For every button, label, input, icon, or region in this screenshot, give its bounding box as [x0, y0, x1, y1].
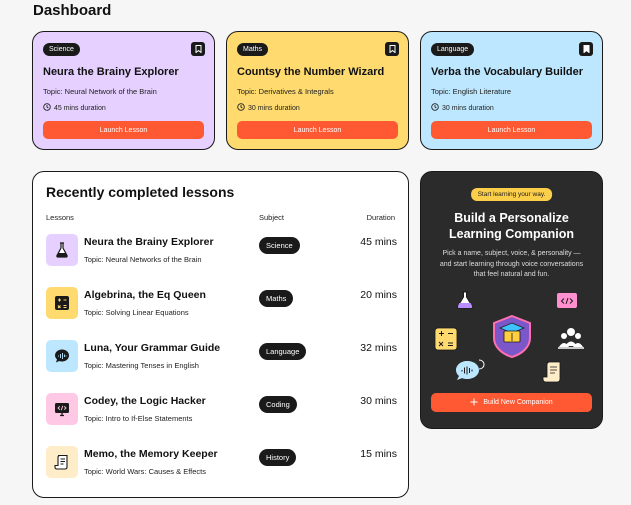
lesson-duration: 30 mins: [360, 395, 397, 407]
lesson-row[interactable]: Memo, the Memory Keeper Topic: World War…: [46, 446, 397, 486]
lesson-row[interactable]: Algebrina, the Eq Queen Topic: Solving L…: [46, 287, 397, 327]
companion-topic: Topic: English Literature: [431, 87, 512, 96]
lesson-row[interactable]: Neura the Brainy Explorer Topic: Neural …: [46, 234, 397, 274]
lesson-duration: 45 mins: [360, 236, 397, 248]
speech-bubble-icon: [46, 340, 78, 372]
plus-icon: [470, 398, 478, 408]
lesson-topic: Topic: Neural Networks of the Brain: [84, 255, 202, 264]
companion-duration: 45 mins duration: [43, 103, 106, 113]
lesson-row[interactable]: Codey, the Logic Hacker Topic: Intro to …: [46, 393, 397, 433]
subject-badge: Language: [259, 343, 307, 360]
launch-lesson-button[interactable]: Launch Lesson: [237, 121, 398, 139]
bookmark-icon[interactable]: [385, 42, 399, 56]
recent-lessons-title: Recently completed lessons: [46, 184, 235, 200]
graduation-cap-shield-icon: [493, 314, 531, 359]
lesson-name: Algebrina, the Eq Queen: [84, 289, 206, 301]
column-header-subject: Subject: [259, 213, 285, 222]
promo-badge: Start learning your way.: [470, 188, 553, 201]
flask-icon: [457, 291, 473, 309]
scroll-icon: [542, 361, 561, 383]
bookmark-icon[interactable]: [579, 42, 593, 56]
clock-icon: [431, 103, 439, 113]
lesson-duration: 20 mins: [360, 289, 397, 301]
lesson-topic: Topic: Intro to If-Else Statements: [84, 414, 193, 423]
companion-name: Neura the Brainy Explorer: [43, 66, 179, 78]
promo-illustration: [434, 291, 584, 383]
promo-title: Build a Personalize Learning Companion: [449, 211, 574, 241]
companion-duration: 30 mins duration: [431, 103, 494, 113]
lesson-topic: Topic: World Wars: Causes & Effects: [84, 467, 206, 476]
launch-lesson-button[interactable]: Launch Lesson: [431, 121, 592, 139]
page-title: Dashboard: [33, 2, 112, 19]
flask-icon: [46, 234, 78, 266]
code-monitor-icon: [46, 393, 78, 425]
launch-lesson-button[interactable]: Launch Lesson: [43, 121, 204, 139]
speech-bubble-icon: [456, 359, 485, 380]
lesson-topic: Topic: Mastering Tenses in English: [84, 361, 199, 370]
lesson-duration: 15 mins: [360, 448, 397, 460]
companion-name: Verba the Vocabulary Builder: [431, 66, 584, 78]
build-companion-panel: Start learning your way. Build a Persona…: [420, 171, 603, 429]
lesson-name: Luna, Your Grammar Guide: [84, 342, 221, 354]
bookmark-icon[interactable]: [191, 42, 205, 56]
code-monitor-icon: [557, 293, 577, 308]
clock-icon: [43, 103, 51, 113]
companion-topic: Topic: Derivatives & Integrals: [237, 87, 334, 96]
subject-badge: Science: [43, 43, 80, 56]
lesson-topic: Topic: Solving Linear Equations: [84, 308, 189, 317]
calculator-icon: [434, 327, 458, 351]
companion-card[interactable]: Maths Countsy the Number Wizard Topic: D…: [226, 31, 409, 150]
clock-icon: [237, 103, 245, 113]
lesson-name: Neura the Brainy Explorer: [84, 236, 214, 248]
promo-description: Pick a name, subject, voice, & personali…: [439, 250, 584, 278]
subject-badge: Coding: [259, 396, 297, 413]
column-header-lessons: Lessons: [46, 213, 74, 222]
subject-badge: History: [259, 449, 297, 466]
calculator-icon: [46, 287, 78, 319]
build-new-companion-button[interactable]: Build New Companion: [431, 393, 592, 412]
subject-badge: Science: [259, 237, 300, 254]
companion-card[interactable]: Science Neura the Brainy Explorer Topic:…: [32, 31, 215, 150]
lesson-row[interactable]: Luna, Your Grammar Guide Topic: Masterin…: [46, 340, 397, 380]
companion-duration: 30 mins duration: [237, 103, 300, 113]
companion-topic: Topic: Neural Network of the Brain: [43, 87, 157, 96]
recent-lessons-panel: Recently completed lessons Lessons Subje…: [32, 171, 409, 498]
companion-card[interactable]: Language Verba the Vocabulary Builder To…: [420, 31, 603, 150]
lesson-name: Memo, the Memory Keeper: [84, 448, 218, 460]
lesson-name: Codey, the Logic Hacker: [84, 395, 206, 407]
companion-name: Countsy the Number Wizard: [237, 66, 385, 78]
people-icon: [558, 328, 584, 349]
scroll-icon: [46, 446, 78, 478]
subject-badge: Maths: [259, 290, 294, 307]
subject-badge: Maths: [237, 43, 269, 56]
column-header-duration: Duration: [366, 213, 395, 222]
subject-badge: Language: [431, 43, 475, 56]
lesson-duration: 32 mins: [360, 342, 397, 354]
